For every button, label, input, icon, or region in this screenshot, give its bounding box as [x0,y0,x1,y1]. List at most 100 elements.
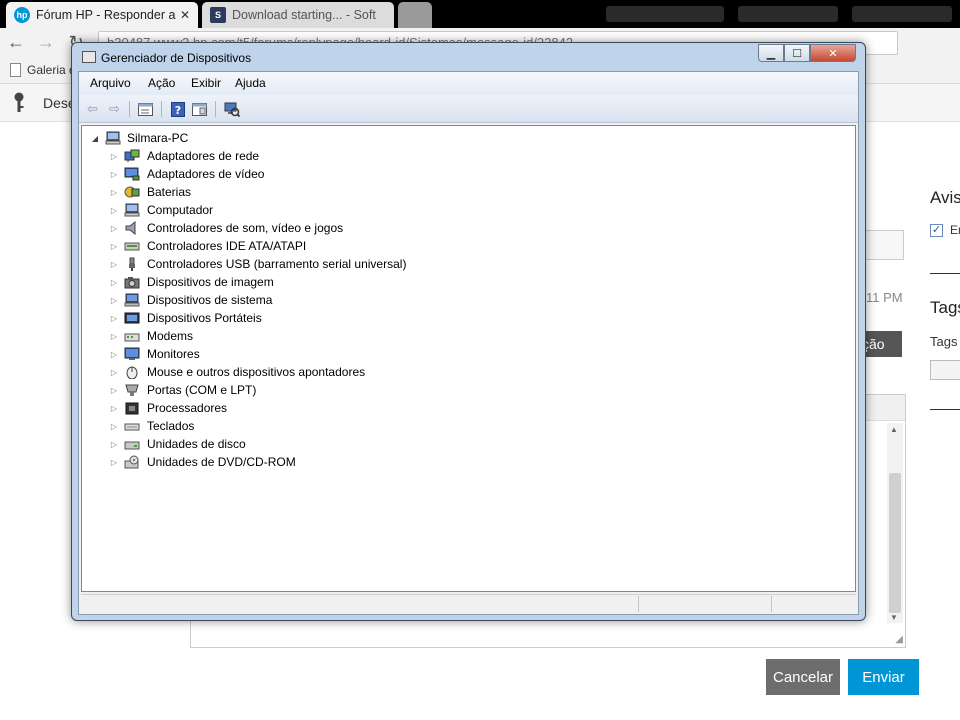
portable-device-icon [124,312,140,324]
tree-item-label: Dispositivos de imagem [147,275,274,289]
expand-arrow-icon[interactable]: ▷ [109,440,119,449]
menu-ajuda[interactable]: Ajuda [235,76,266,90]
processor-icon [125,402,139,415]
disk-drive-icon [124,441,140,450]
expand-arrow-icon[interactable]: ▷ [109,404,119,413]
expand-arrow-icon[interactable]: ▷ [109,206,119,215]
editor-scrollbar[interactable]: ▲ ▼ [887,423,903,623]
device-tree[interactable]: ◢ Silmara-PC ▷ Adaptadores de rede ▷ Adapta… [81,125,856,592]
expand-arrow-icon[interactable]: ▷ [109,188,119,197]
cancel-button[interactable]: Cancelar [766,659,840,695]
page-icon [10,63,21,77]
expand-arrow-icon[interactable]: ▷ [109,296,119,305]
back-icon[interactable]: ⇦ [84,101,101,117]
close-button[interactable]: ✕ [810,44,856,62]
tree-item-device-category[interactable]: ▷ Dispositivos de sistema [109,292,272,308]
tree-item-device-category[interactable]: ▷ Teclados [109,418,194,434]
tree-item-device-category[interactable]: ▷ Processadores [109,400,227,416]
tree-item-label: Mouse e outros dispositivos apontadores [147,365,366,379]
device-manager-window: Gerenciador de Dispositivos ▁ ☐ ✕ Arquiv… [71,42,866,621]
minimize-button[interactable]: ▁ [758,44,784,62]
window-titlebar[interactable]: Gerenciador de Dispositivos ▁ ☐ ✕ [72,43,865,71]
expand-arrow-icon[interactable]: ▷ [109,368,119,377]
tree-item-device-category[interactable]: ▷ Adaptadores de rede [109,148,259,164]
modem-icon [124,333,140,342]
help-icon[interactable]: ? [169,101,186,117]
forward-arrow-icon[interactable]: → [36,32,56,53]
scroll-up-icon[interactable]: ▲ [890,425,898,434]
tree-item-label: Controladores IDE ATA/ATAPI [147,239,307,253]
toolbar-separator [215,101,216,117]
expand-arrow-icon[interactable]: ▷ [109,458,119,467]
menu-arquivo[interactable]: Arquivo [90,76,131,90]
tree-item-device-category[interactable]: ▷ Dispositivos de imagem [109,274,274,290]
tree-item-device-category[interactable]: ▷ Baterias [109,184,191,200]
forward-icon[interactable]: ⇨ [106,101,123,117]
hp-logo-icon: hp [14,7,30,23]
expand-arrow-icon[interactable]: ▷ [109,242,119,251]
system-device-icon [124,293,140,307]
device-manager-icon [82,51,96,63]
expand-arrow-icon[interactable]: ▷ [109,386,119,395]
tree-item-label: Controladores USB (barramento serial uni… [147,257,407,271]
email-notify-checkbox[interactable]: ✓ [930,224,943,237]
tab-forum-hp[interactable]: hp Fórum HP - Responder a r ✕ [6,2,198,28]
back-arrow-icon[interactable]: ← [6,32,26,53]
tree-item-label: Modems [147,329,194,343]
expand-arrow-icon[interactable]: ▷ [109,278,119,287]
tree-item-label: Dispositivos Portáteis [147,311,262,325]
tree-item-device-category[interactable]: ▷ Computador [109,202,213,218]
usb-icon [129,257,135,271]
tree-root-node[interactable]: ◢ Silmara-PC [90,130,188,146]
tree-item-device-category[interactable]: ▷ Adaptadores de vídeo [109,166,265,182]
blurred-area [738,6,838,22]
subject-field[interactable] [860,230,904,260]
divider [930,409,960,410]
tree-item-device-category[interactable]: ▷ Controladores de som, vídeo e jogos [109,220,343,236]
menu-exibir[interactable]: Exibir [191,76,221,90]
tree-item-label: Processadores [147,401,228,415]
tree-item-device-category[interactable]: ▷ Monitores [109,346,200,362]
tab-title: Fórum HP - Responder a r [36,8,176,22]
send-button[interactable]: Enviar [848,659,919,695]
properties-icon[interactable] [137,101,154,117]
expand-arrow-icon[interactable]: ▷ [109,422,119,431]
scan-hardware-icon[interactable] [223,101,240,117]
bookmark-item[interactable]: Galeria d [10,63,76,77]
tree-item-label: Computador [147,203,214,217]
tree-item-device-category[interactable]: ▷ Controladores IDE ATA/ATAPI [109,238,306,254]
tree-item-label: Controladores de som, vídeo e jogos [147,221,344,235]
tab-new[interactable] [398,2,432,28]
tab-download[interactable]: S Download starting... - Soft [202,2,394,28]
tree-item-device-category[interactable]: ▷ Mouse e outros dispositivos apontadores [109,364,365,380]
scrollbar-thumb[interactable] [889,473,901,613]
tree-item-device-category[interactable]: ▷ Dispositivos Portáteis [109,310,262,326]
menu-acao[interactable]: Ação [148,76,175,90]
maximize-button[interactable]: ☐ [784,44,810,62]
window-toolbar: ⇦ ⇨ ? [79,96,858,123]
expand-arrow-icon[interactable]: ▷ [109,350,119,359]
softonic-icon: S [210,7,226,23]
key-icon [14,92,24,112]
tree-item-device-category[interactable]: ▷ Portas (COM e LPT) [109,382,256,398]
battery-icon [124,186,140,198]
expand-arrow-icon[interactable]: ▷ [109,260,119,269]
tree-item-device-category[interactable]: ▷ Controladores USB (barramento serial un… [109,256,406,272]
tree-item-device-category[interactable]: ▷ Unidades de DVD/CD-ROM [109,454,296,470]
expand-arrow-icon[interactable]: ▷ [109,152,119,161]
tree-item-device-category[interactable]: ▷ Unidades de disco [109,436,246,452]
expand-arrow-icon[interactable]: ▷ [109,224,119,233]
expand-arrow-icon[interactable]: ▷ [109,332,119,341]
collapse-arrow-icon[interactable]: ◢ [90,134,100,143]
show-hide-icon[interactable] [191,101,208,117]
resize-grip-icon[interactable]: ◢ [895,634,903,645]
expand-arrow-icon[interactable]: ▷ [109,314,119,323]
tree-item-device-category[interactable]: ▷ Modems [109,328,193,344]
ide-controller-icon [124,242,140,251]
tags-input[interactable] [930,360,960,380]
expand-arrow-icon[interactable]: ▷ [109,170,119,179]
network-adapter-icon [124,149,140,162]
scroll-down-icon[interactable]: ▼ [890,613,898,622]
close-icon[interactable]: ✕ [180,8,190,22]
display-adapter-icon [124,167,140,181]
